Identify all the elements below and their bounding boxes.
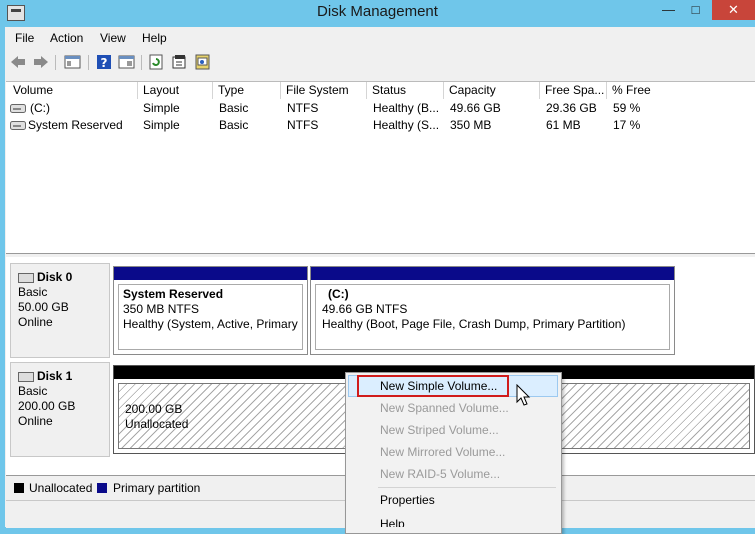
mouse-pointer-icon (516, 384, 531, 406)
back-icon[interactable] (10, 54, 27, 70)
partition-status: Healthy (Boot, Page File, Crash Dump, Pr… (322, 317, 626, 331)
menu-item-help[interactable]: Help (380, 515, 405, 527)
menu-view[interactable]: View (100, 31, 126, 47)
toolbar-separator (88, 55, 89, 70)
help-icon[interactable]: ? (96, 54, 113, 70)
maximize-button[interactable]: □ (682, 0, 709, 20)
legend-label-primary-partition: Primary partition (113, 481, 201, 495)
column-header-layout[interactable]: Layout (138, 82, 213, 99)
disk-icon (18, 272, 34, 283)
toolbar-separator (141, 55, 142, 70)
volume-file-system: NTFS (287, 101, 319, 115)
volume-status: Healthy (S... (373, 118, 440, 132)
rescan-icon[interactable] (194, 54, 211, 70)
refresh-icon[interactable] (148, 54, 165, 70)
column-header-type[interactable]: Type (213, 82, 281, 99)
volume-percent-free: 59 % (613, 101, 641, 115)
volume-layout: Simple (143, 118, 180, 132)
volume-percent-free: 17 % (613, 118, 641, 132)
disk-type: Basic (18, 384, 48, 398)
menu-item-new-raid5-volume: New RAID-5 Volume... (380, 467, 501, 481)
partition-title: (C:) (328, 287, 349, 301)
menu-action[interactable]: Action (50, 31, 83, 47)
properties-icon[interactable] (171, 54, 188, 70)
volume-capacity: 49.66 GB (450, 101, 501, 115)
volume-status: Healthy (B... (373, 101, 440, 115)
disk-name: Disk 1 (37, 369, 73, 383)
disk-size: 50.00 GB (18, 300, 69, 314)
volume-type: Basic (219, 101, 249, 115)
legend-label-unallocated: Unallocated (29, 481, 93, 495)
volume-free-space: 61 MB (546, 118, 581, 132)
column-header-percent-free[interactable]: % Free (607, 82, 755, 99)
column-header-file-system[interactable]: File System (281, 82, 367, 99)
drive-icon (10, 121, 26, 130)
partition-type-bar (114, 267, 307, 280)
volume-capacity: 350 MB (450, 118, 492, 132)
drive-icon (10, 104, 26, 113)
menu-item-properties[interactable]: Properties (380, 491, 435, 509)
svg-text:?: ? (101, 56, 108, 70)
partition-detail: 350 MB NTFS (123, 302, 200, 316)
partition-type-bar (311, 267, 674, 280)
column-header-capacity[interactable]: Capacity (444, 82, 540, 99)
disk-type: Basic (18, 285, 48, 299)
window-title: Disk Management (317, 3, 438, 20)
disk-1-label[interactable]: Disk 1 Basic 200.00 GB Online (10, 362, 110, 457)
volume-file-system: NTFS (287, 118, 319, 132)
partition-detail: 49.66 GB NTFS (322, 302, 408, 316)
toolbar-separator (55, 55, 56, 70)
volume-type: Basic (219, 118, 249, 132)
partition-status: Healthy (System, Active, Primary P (123, 317, 303, 331)
partition-title: System Reserved (123, 287, 224, 301)
disk-state: Online (18, 315, 53, 329)
volume-name: (C:) (30, 101, 50, 115)
console-tree-icon[interactable] (64, 54, 81, 70)
partition-system-reserved[interactable]: System Reserved 350 MB NTFS Healthy (Sys… (113, 266, 308, 355)
menu-item-new-mirrored-volume: New Mirrored Volume... (380, 445, 506, 459)
disk-state: Online (18, 414, 53, 428)
forward-icon[interactable] (32, 54, 49, 70)
menu-file[interactable]: File (15, 31, 34, 47)
menu-item-new-simple-volume[interactable]: New Simple Volume... (380, 377, 497, 395)
minimize-button[interactable]: — (655, 0, 682, 20)
disk-size: 200.00 GB (18, 399, 76, 413)
close-button[interactable]: ✕ (712, 0, 755, 20)
column-header-free-space[interactable]: Free Spa... (540, 82, 607, 99)
menu-separator (378, 487, 556, 488)
volume-layout: Simple (143, 101, 180, 115)
volume-free-space: 29.36 GB (546, 101, 597, 115)
show-hide-icon[interactable] (118, 54, 135, 70)
column-header-status[interactable]: Status (367, 82, 444, 99)
menu-item-new-spanned-volume: New Spanned Volume... (380, 401, 509, 415)
legend-swatch-unallocated (14, 483, 24, 493)
volume-name: System Reserved (28, 118, 123, 132)
disk-0-label[interactable]: Disk 0 Basic 50.00 GB Online (10, 263, 110, 358)
partition-c-drive[interactable]: (C:) 49.66 GB NTFS Healthy (Boot, Page F… (310, 266, 675, 355)
disk-name: Disk 0 (37, 270, 73, 284)
menu-help[interactable]: Help (142, 31, 167, 47)
legend-swatch-primary-partition (97, 483, 107, 493)
column-header-volume[interactable]: Volume (8, 82, 138, 99)
menu-item-new-striped-volume: New Striped Volume... (380, 423, 499, 437)
disk-icon (18, 371, 34, 382)
